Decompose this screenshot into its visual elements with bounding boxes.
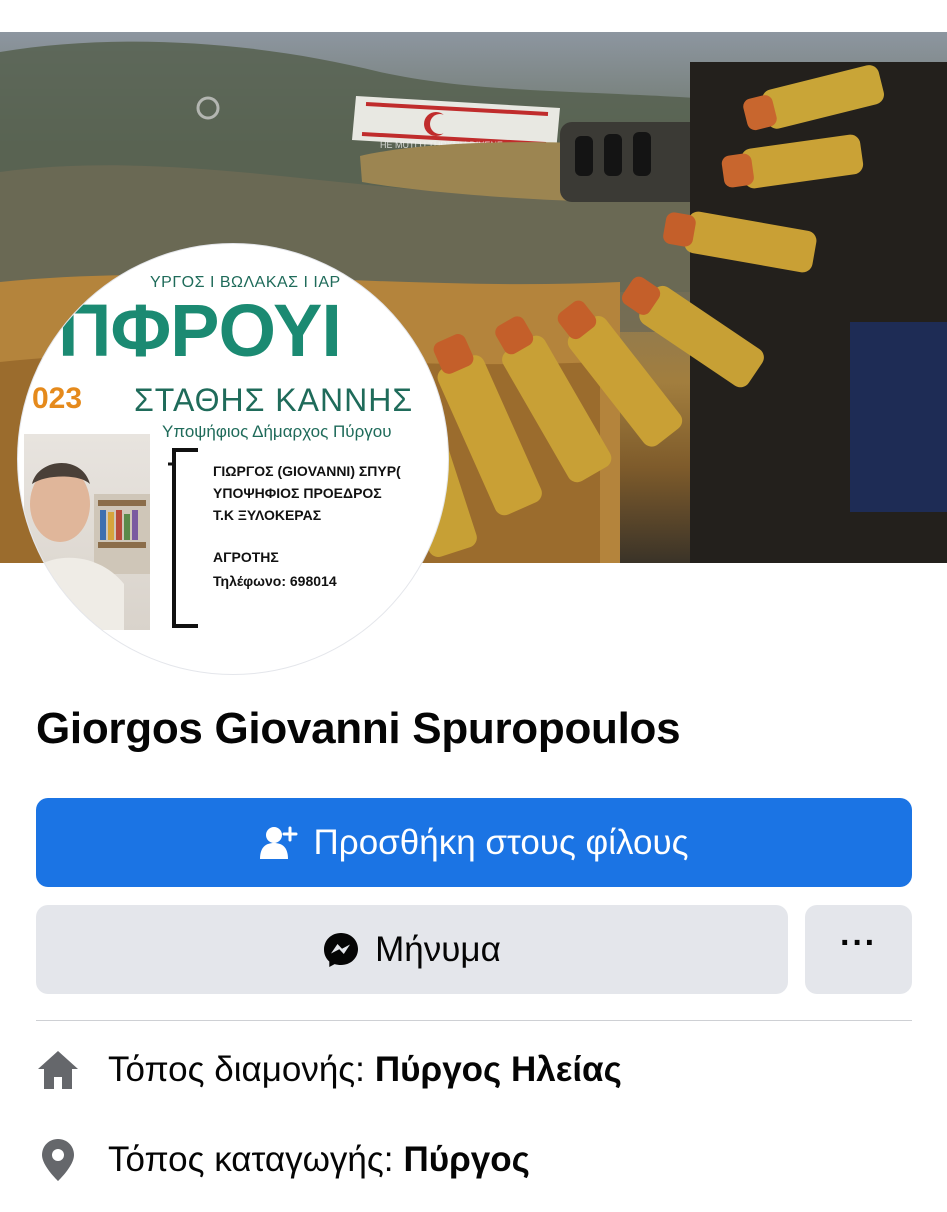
info-residence: Τόπος διαμονής: Πύργος Ηλείας [36, 1048, 622, 1092]
poster-candidate-name: ΣΤΑΘΗΣ ΚΑΝΝΗΣ [134, 382, 414, 418]
card-occupation: ΑΓΡΟΤΗΣ [213, 549, 279, 565]
status-bar-area [0, 0, 947, 32]
poster-brand: ΠΦΡΟΥΙ [58, 289, 342, 372]
info-origin: Τόπος καταγωγής: Πύργος [36, 1138, 530, 1182]
poster-candidate-title: Υποψήφιος Δήμαρχος Πύργου [162, 422, 392, 441]
messenger-icon [323, 932, 359, 968]
profile-name: Giorgos Giovanni Spuropoulos [36, 704, 681, 753]
residence-value[interactable]: Πύργος Ηλείας [375, 1050, 622, 1090]
message-button[interactable]: Μήνυμα [36, 905, 788, 994]
poster-info-card: ΓΙΩΡΓΟΣ (GIOVANNI) ΣΠΥΡ( ΥΠΟΨΗΦΙΟΣ ΠΡΟΕΔ… [213, 460, 401, 592]
add-friend-button[interactable]: Προσθήκη στους φίλους [36, 798, 912, 887]
profile-picture[interactable]: ΥΡΓΟΣ Ι ΒΩΛΑΚΑΣ Ι ΙΑΡ ΠΦΡΟΥΙ 023 ΣΤΑΘΗΣ … [18, 244, 448, 674]
more-dots-icon: ··· [840, 923, 877, 962]
poster-year: 023 [32, 382, 83, 415]
section-divider [36, 1020, 912, 1021]
person-photo [24, 434, 150, 630]
origin-label: Τόπος καταγωγής: [108, 1140, 394, 1179]
more-options-button[interactable]: ··· [805, 905, 912, 994]
add-friend-label: Προσθήκη στους φίλους [313, 822, 689, 862]
card-phone: Τηλέφωνο: 698014 [213, 573, 337, 589]
residence-label: Τόπος διαμονής: [108, 1050, 365, 1089]
message-label: Μήνυμα [375, 929, 501, 969]
location-pin-icon [36, 1138, 80, 1182]
home-icon [36, 1048, 80, 1092]
card-role: ΥΠΟΨΗΦΙΟΣ ΠΡΟΕΔΡΟΣ [213, 485, 382, 501]
bracket-shape [168, 448, 198, 628]
campaign-poster: ΥΡΓΟΣ Ι ΒΩΛΑΚΑΣ Ι ΙΑΡ ΠΦΡΟΥΙ 023 ΣΤΑΘΗΣ … [18, 244, 448, 674]
card-community: Τ.Κ ΞΥΛΟΚΕΡΑΣ [213, 507, 322, 523]
origin-value[interactable]: Πύργος [403, 1140, 529, 1180]
card-name: ΓΙΩΡΓΟΣ (GIOVANNI) ΣΠΥΡ( [213, 463, 401, 479]
add-friend-icon [259, 825, 298, 861]
